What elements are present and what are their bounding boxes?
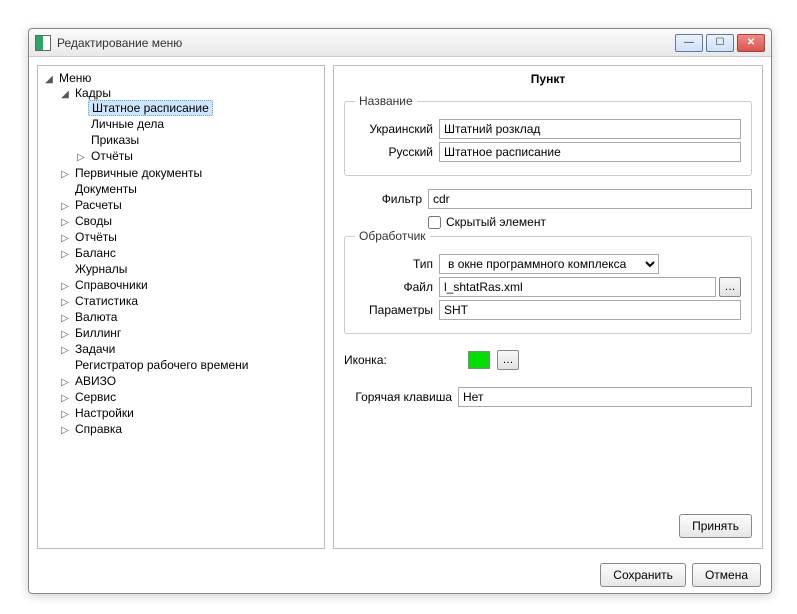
tree-item[interactable]: Первичные документы	[72, 166, 205, 180]
tree-item[interactable]: Сервис	[72, 390, 119, 404]
tree-item[interactable]: Справка	[72, 422, 125, 436]
panel-title: Пункт	[344, 72, 752, 86]
minimize-button[interactable]: —	[675, 34, 703, 52]
hotkey-label: Горячая клавиша	[344, 390, 452, 404]
type-select[interactable]: в окне программного комплекса	[439, 254, 659, 274]
expand-icon[interactable]: ◢	[60, 89, 70, 100]
close-button[interactable]: ✕	[737, 34, 765, 52]
collapse-icon[interactable]: ▷	[60, 201, 70, 212]
collapse-icon[interactable]: ▷	[60, 393, 70, 404]
hidden-label: Скрытый элемент	[446, 215, 546, 229]
tree-item[interactable]: Биллинг	[72, 326, 124, 340]
tree-item[interactable]: Регистратор рабочего времени	[72, 358, 252, 372]
tree-item[interactable]: Валюта	[72, 310, 120, 324]
filter-label: Фильтр	[344, 192, 422, 206]
hidden-checkbox[interactable]	[428, 216, 441, 229]
maximize-button[interactable]: ☐	[706, 34, 734, 52]
tree-item-lichnye[interactable]: Личные дела	[88, 117, 167, 131]
icon-label: Иконка:	[344, 353, 422, 367]
detail-panel: Пункт Название Украинский Русский Фильтр…	[333, 65, 763, 549]
collapse-icon[interactable]: ▷	[60, 249, 70, 260]
params-input[interactable]	[439, 300, 741, 320]
rus-input[interactable]	[439, 142, 741, 162]
collapse-icon[interactable]: ▷	[60, 345, 70, 356]
expand-icon[interactable]: ◢	[44, 74, 54, 85]
titlebar: Редактирование меню — ☐ ✕	[29, 29, 771, 57]
tree-item[interactable]: Задачи	[72, 342, 118, 356]
icon-swatch	[468, 351, 490, 369]
file-input[interactable]	[439, 277, 716, 297]
tree-item-otchety-sub[interactable]: Отчёты	[88, 149, 136, 163]
tree-item[interactable]: Своды	[72, 214, 115, 228]
tree-item[interactable]: АВИЗО	[72, 374, 119, 388]
collapse-icon[interactable]: ▷	[60, 409, 70, 420]
collapse-icon[interactable]: ▷	[76, 152, 86, 163]
accept-button[interactable]: Принять	[679, 514, 752, 538]
collapse-icon[interactable]: ▷	[60, 377, 70, 388]
tree-item[interactable]: Журналы	[72, 262, 130, 276]
params-label: Параметры	[355, 303, 433, 317]
collapse-icon[interactable]: ▷	[60, 297, 70, 308]
filter-input[interactable]	[428, 189, 752, 209]
collapse-icon[interactable]: ▷	[60, 313, 70, 324]
tree-item-kadry[interactable]: Кадры	[72, 86, 114, 100]
tree-item-prikazy[interactable]: Приказы	[88, 133, 142, 147]
cancel-button[interactable]: Отмена	[692, 563, 761, 587]
ukr-label: Украинский	[355, 122, 433, 136]
collapse-icon[interactable]: ▷	[60, 169, 70, 180]
rus-label: Русский	[355, 145, 433, 159]
ukr-input[interactable]	[439, 119, 741, 139]
window-title: Редактирование меню	[57, 36, 675, 50]
handler-legend: Обработчик	[355, 229, 430, 243]
tree-item[interactable]: Статистика	[72, 294, 141, 308]
tree-item[interactable]: Настройки	[72, 406, 137, 420]
tree-item[interactable]: Отчёты	[72, 230, 120, 244]
tree-root[interactable]: Меню	[56, 71, 94, 85]
app-icon	[35, 35, 51, 51]
hotkey-input[interactable]	[458, 387, 752, 407]
tree-item[interactable]: Баланс	[72, 246, 119, 260]
name-legend: Название	[355, 94, 417, 108]
name-fieldset: Название Украинский Русский	[344, 94, 752, 176]
collapse-icon[interactable]: ▷	[60, 425, 70, 436]
collapse-icon[interactable]: ▷	[60, 329, 70, 340]
tree-item[interactable]: Справочники	[72, 278, 151, 292]
icon-browse-button[interactable]: …	[497, 350, 519, 370]
collapse-icon[interactable]: ▷	[60, 233, 70, 244]
tree-item-shtatnoe[interactable]: Штатное расписание	[88, 100, 213, 116]
file-label: Файл	[355, 280, 433, 294]
collapse-icon[interactable]: ▷	[60, 281, 70, 292]
browse-button[interactable]: …	[719, 277, 741, 297]
tree-item[interactable]: Документы	[72, 182, 140, 196]
type-label: Тип	[355, 257, 433, 271]
collapse-icon[interactable]: ▷	[60, 217, 70, 228]
save-button[interactable]: Сохранить	[600, 563, 686, 587]
menu-tree[interactable]: ◢Меню ◢Кадры ▪Штатное расписание ▪Личные…	[37, 65, 325, 549]
tree-item[interactable]: Расчеты	[72, 198, 125, 212]
handler-fieldset: Обработчик Тип в окне программного компл…	[344, 229, 752, 334]
